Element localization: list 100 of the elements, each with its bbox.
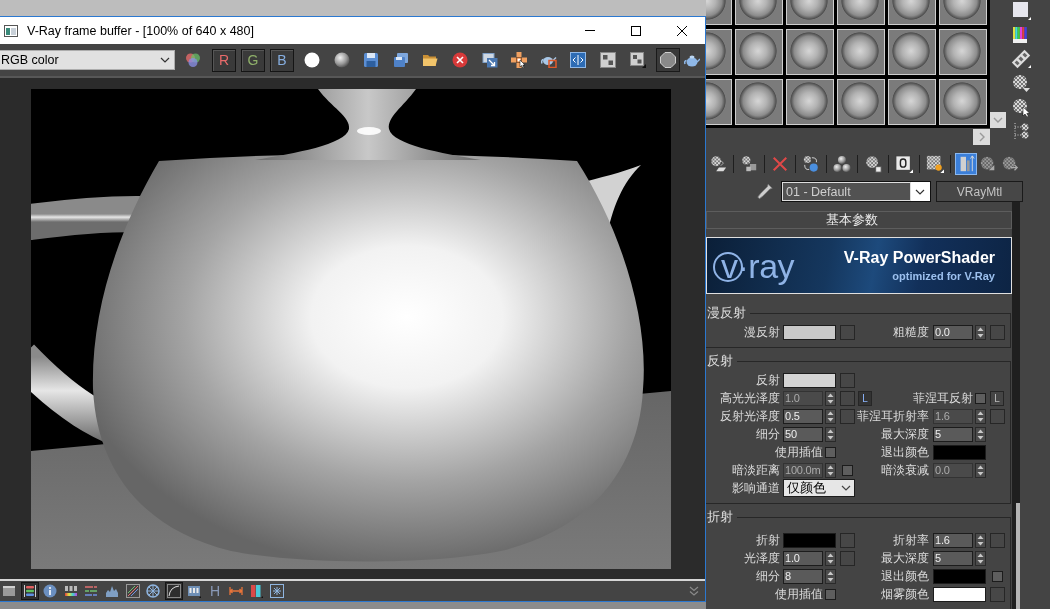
number-field[interactable]: 1.6 <box>933 532 973 548</box>
stepper-icon[interactable] <box>975 324 986 340</box>
material-type-button[interactable]: VRayMtl <box>936 181 1023 202</box>
channel-dropdown[interactable]: 仅颜色 <box>783 479 855 497</box>
stepper-icon[interactable] <box>825 462 836 478</box>
split-arrows-icon[interactable] <box>570 52 587 68</box>
parameter-label: 光泽度 <box>744 551 780 565</box>
checkbox[interactable] <box>825 588 836 600</box>
material-sphere-slot[interactable] <box>706 0 732 25</box>
stepper-icon[interactable] <box>975 532 986 548</box>
dotted-tree-icon[interactable] <box>1011 121 1031 141</box>
color-swatch[interactable] <box>783 532 836 548</box>
checkbox[interactable] <box>992 570 1003 582</box>
tool-button[interactable] <box>164 582 183 600</box>
folder-icon[interactable] <box>422 52 439 68</box>
stepper-icon[interactable] <box>825 550 836 566</box>
toolbar-button[interactable] <box>831 153 853 175</box>
material-sphere-slot[interactable] <box>888 29 936 75</box>
channel-toggle[interactable]: B <box>270 48 294 72</box>
rollout-header[interactable]: 基本参数 <box>706 211 1012 229</box>
material-sphere-slot[interactable] <box>786 79 834 125</box>
group-title: 折射 <box>706 510 734 524</box>
checkbox[interactable] <box>975 392 986 404</box>
stepper-icon[interactable] <box>825 390 836 406</box>
stepper-icon[interactable] <box>825 426 836 442</box>
material-sphere-slot[interactable] <box>939 79 987 125</box>
sphere-squares-icon <box>740 155 758 173</box>
parameter-label: 最大深度 <box>881 551 929 565</box>
split-panel-icon[interactable] <box>629 52 646 68</box>
channel-toggle[interactable]: R <box>212 48 236 72</box>
material-sphere-slot[interactable] <box>786 0 834 25</box>
parameter-label: 退出颜色 <box>881 569 929 583</box>
color-swatch[interactable] <box>933 586 986 602</box>
window-arrow-icon[interactable] <box>481 52 498 68</box>
material-sphere-slot[interactable] <box>786 29 834 75</box>
material-sphere-slot[interactable] <box>706 29 732 75</box>
material-sphere-slot[interactable] <box>837 79 885 125</box>
number-field[interactable]: 8 <box>783 568 823 584</box>
number-field[interactable]: 0.5 <box>783 408 823 424</box>
number-field[interactable]: 0.0 <box>933 324 973 340</box>
number-field[interactable]: 5 <box>933 550 973 566</box>
squares-cursor-icon[interactable] <box>511 52 528 68</box>
parameter-label: 菲涅耳反射 <box>913 391 973 405</box>
checker-cursor-icon[interactable] <box>1011 97 1031 117</box>
circle-icon[interactable] <box>304 52 320 68</box>
material-sphere-slot[interactable] <box>735 29 783 75</box>
stepper-icon[interactable] <box>975 408 986 424</box>
circles-icon[interactable] <box>185 52 201 68</box>
material-sphere-slot[interactable] <box>837 0 885 25</box>
toolbar-button[interactable] <box>924 153 946 175</box>
group-title: 反射 <box>706 354 734 368</box>
lock-toggle[interactable]: L <box>990 390 1004 406</box>
material-sphere-slot[interactable] <box>735 0 783 25</box>
color-swatch[interactable] <box>933 444 986 460</box>
minimize-icon <box>585 30 595 31</box>
stop-button[interactable] <box>655 48 680 72</box>
scrollbar-thumb[interactable] <box>1016 503 1020 609</box>
number-field[interactable]: 50 <box>783 426 823 442</box>
number-field[interactable]: 1.0 <box>783 550 823 566</box>
stepper-icon[interactable] <box>975 426 986 442</box>
material-sphere-slot[interactable] <box>888 79 936 125</box>
color-swatch[interactable] <box>783 372 836 388</box>
material-name-dropdown[interactable]: 01 - Default <box>781 181 931 202</box>
parameter-label: 折射 <box>756 533 780 547</box>
split-panel-icon[interactable] <box>599 52 616 68</box>
clear-icon[interactable] <box>451 52 468 68</box>
checker-sphere-icon[interactable] <box>1011 73 1031 93</box>
square-icon[interactable] <box>1011 1 1031 21</box>
material-sphere-slot[interactable] <box>706 79 732 125</box>
material-sphere-slot[interactable] <box>939 29 987 75</box>
layers-icon <box>22 584 37 598</box>
tool-button[interactable]: H <box>205 582 224 600</box>
channel-dropdown[interactable]: RGB color <box>0 50 175 70</box>
stepper-icon[interactable] <box>825 568 836 584</box>
tool-button[interactable] <box>20 582 39 600</box>
save-icon[interactable] <box>363 52 380 68</box>
material-sphere-slot[interactable] <box>735 79 783 125</box>
eyedropper-icon[interactable] <box>757 183 773 200</box>
parameter-label: 高光光泽度 <box>720 391 780 405</box>
stepper-icon[interactable] <box>975 550 986 566</box>
window-title: V-Ray frame buffer - [100% of 640 x 480] <box>27 23 254 38</box>
sphere-icon[interactable] <box>333 52 350 68</box>
channel-toggle[interactable]: G <box>241 48 265 72</box>
toolbar-button[interactable] <box>893 153 915 175</box>
stepper-icon[interactable] <box>975 462 986 478</box>
checkbox[interactable] <box>825 446 836 458</box>
info-icon <box>43 584 58 598</box>
parameter-label: 影响通道 <box>732 481 780 495</box>
double-chevron-icon[interactable] <box>689 586 699 596</box>
checkerboard-icon <box>926 155 944 173</box>
color-swatch[interactable] <box>933 568 986 584</box>
color-swatch[interactable] <box>783 324 836 340</box>
parameter-label: 最大深度 <box>881 427 929 441</box>
stepper-icon[interactable] <box>825 408 836 424</box>
material-sphere-slot[interactable] <box>837 29 885 75</box>
material-sphere-slot[interactable] <box>939 0 987 25</box>
material-sphere-slot[interactable] <box>888 0 936 25</box>
chevron-icon <box>915 188 925 195</box>
stacked-floppies-icon[interactable] <box>392 52 409 68</box>
number-field[interactable]: 5 <box>933 426 973 442</box>
